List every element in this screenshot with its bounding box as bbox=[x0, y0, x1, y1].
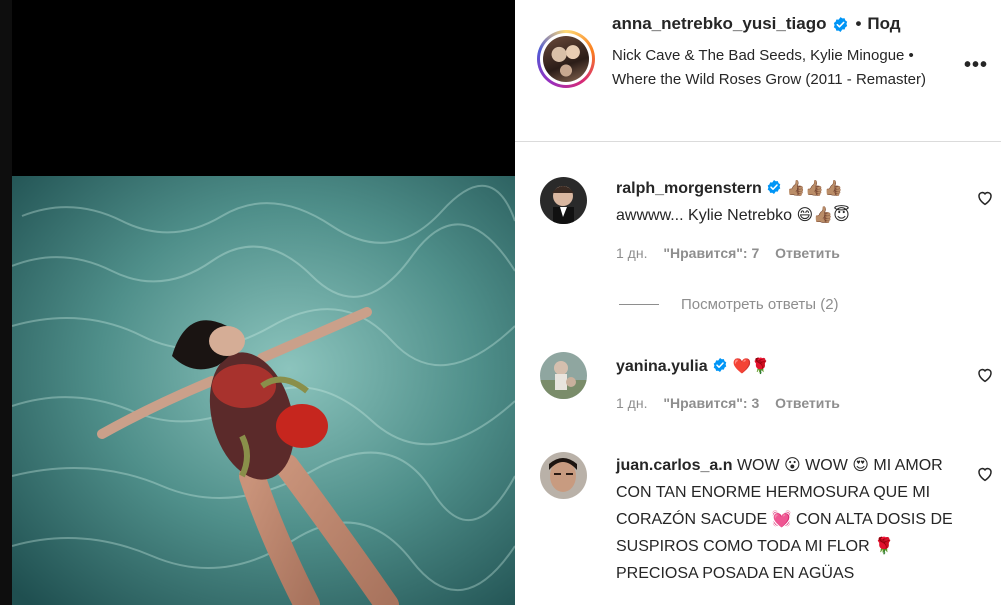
verified-badge-icon bbox=[834, 16, 848, 32]
comment-username[interactable]: juan.carlos_a.n bbox=[616, 457, 733, 474]
avatar-photo bbox=[540, 177, 587, 224]
comment-time[interactable]: 1 дн. bbox=[616, 395, 647, 411]
more-horizontal-icon[interactable]: ••• bbox=[964, 54, 988, 77]
post-side-panel: anna_netrebko_yusi_tiago • Под Nick Cave… bbox=[515, 0, 1001, 605]
comment-likes[interactable]: "Нравится": 3 bbox=[663, 395, 759, 411]
post-media[interactable] bbox=[12, 0, 515, 605]
view-replies-button[interactable]: Посмотреть ответы (2) bbox=[619, 296, 839, 313]
comment-username[interactable]: yanina.yulia bbox=[616, 358, 708, 375]
comment-username[interactable]: ralph_morgenstern bbox=[616, 180, 762, 197]
owner-avatar[interactable] bbox=[537, 30, 595, 88]
comment-text: ralph_morgenstern 👍🏽👍🏽👍🏽 awwww... Kylie … bbox=[616, 175, 956, 229]
avatar-photo bbox=[540, 352, 587, 399]
comment-emoji: ❤️🌹 bbox=[732, 357, 770, 375]
comment-time[interactable]: 1 дн. bbox=[616, 245, 647, 261]
avatar[interactable] bbox=[540, 452, 587, 499]
audio-track-link[interactable]: Nick Cave & The Bad Seeds, Kylie Minogue… bbox=[612, 44, 942, 92]
owner-username[interactable]: anna_netrebko_yusi_tiago bbox=[612, 14, 826, 34]
owner-avatar-ring bbox=[540, 33, 592, 85]
reply-button[interactable]: Ответить bbox=[775, 395, 840, 411]
like-heart-icon[interactable] bbox=[976, 465, 994, 483]
post-header: anna_netrebko_yusi_tiago • Под Nick Cave… bbox=[515, 0, 1001, 142]
comment-message: WOW 😮 WOW 😍 MI AMOR CON TAN ENORME HERMO… bbox=[616, 457, 953, 582]
avatar-photo bbox=[540, 452, 587, 499]
comment-message: awwww... Kylie Netrebko 😄👍🏽😇 bbox=[616, 207, 850, 224]
comment-meta: 1 дн. "Нравится": 3 Ответить bbox=[616, 395, 852, 411]
follow-button[interactable]: Под bbox=[867, 14, 900, 34]
verified-badge-icon bbox=[767, 180, 781, 194]
comment-text: yanina.yulia ❤️🌹 bbox=[616, 353, 956, 380]
header-separator: • bbox=[855, 14, 862, 33]
owner-row: anna_netrebko_yusi_tiago • Под bbox=[612, 14, 901, 34]
replies-divider bbox=[619, 304, 659, 305]
like-heart-icon[interactable] bbox=[976, 189, 994, 207]
comment-text: juan.carlos_a.n WOW 😮 WOW 😍 MI AMOR CON … bbox=[616, 452, 956, 587]
like-heart-icon[interactable] bbox=[976, 366, 994, 384]
owner-avatar-photo bbox=[543, 36, 589, 82]
reply-button[interactable]: Ответить bbox=[775, 245, 840, 261]
pool-photo bbox=[12, 176, 515, 605]
avatar[interactable] bbox=[540, 352, 587, 399]
avatar[interactable] bbox=[540, 177, 587, 224]
verified-badge-icon bbox=[713, 358, 727, 372]
left-edge bbox=[0, 0, 12, 605]
comment-likes[interactable]: "Нравится": 7 bbox=[663, 245, 759, 261]
comment-meta: 1 дн. "Нравится": 7 Ответить bbox=[616, 245, 852, 261]
view-replies-label: Посмотреть ответы (2) bbox=[681, 296, 839, 313]
comment-emoji: 👍🏽👍🏽👍🏽 bbox=[786, 179, 843, 197]
